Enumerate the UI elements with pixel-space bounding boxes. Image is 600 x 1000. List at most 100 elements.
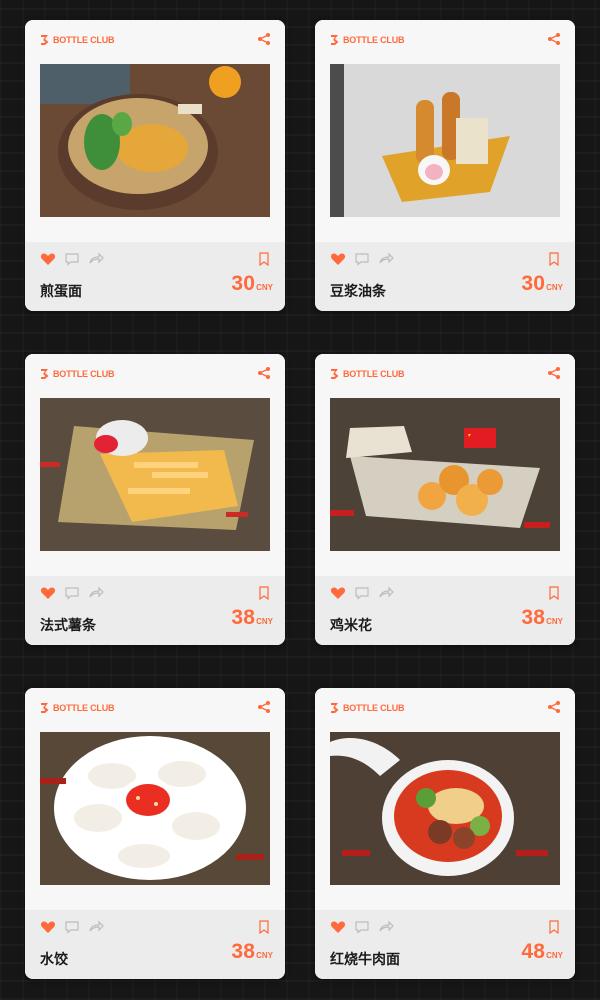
comment-icon[interactable]	[354, 586, 370, 600]
heart-icon[interactable]	[330, 920, 346, 934]
card-header: BOTTLE CLUB	[25, 688, 285, 910]
menu-grid: BOTTLE CLUB 煎蛋面 30 CNY BOTTLE CLUB 豆浆油条 …	[25, 20, 575, 979]
dish-photo	[330, 398, 560, 551]
comment-icon[interactable]	[354, 920, 370, 934]
card-header: BOTTLE CLUB	[315, 688, 575, 910]
forward-icon[interactable]	[88, 586, 104, 600]
card-footer: 豆浆油条 30 CNY	[315, 242, 575, 311]
price: 30 CNY	[521, 272, 563, 296]
comment-icon[interactable]	[64, 586, 80, 600]
price-value: 48	[521, 940, 546, 963]
forward-icon[interactable]	[88, 252, 104, 266]
heart-icon[interactable]	[40, 252, 56, 266]
price: 38 CNY	[231, 940, 273, 964]
price-currency: CNY	[256, 951, 273, 960]
share-icon[interactable]	[547, 32, 561, 46]
action-bar	[330, 586, 394, 600]
share-icon[interactable]	[257, 32, 271, 46]
brand: BOTTLE CLUB	[40, 368, 114, 380]
dish-name: 鸡米花	[330, 618, 372, 634]
card-header: BOTTLE CLUB	[315, 354, 575, 576]
price: 38 CNY	[231, 606, 273, 630]
dish-photo	[40, 732, 270, 885]
card-header: BOTTLE CLUB	[315, 20, 575, 242]
bottle-club-logo-icon	[331, 369, 339, 379]
dish-name: 煎蛋面	[40, 284, 82, 300]
dish-photo	[330, 732, 560, 885]
brand-name: BOTTLE CLUB	[53, 703, 115, 713]
brand-name: BOTTLE CLUB	[53, 369, 115, 379]
price-currency: CNY	[256, 283, 273, 292]
bookmark-icon[interactable]	[258, 252, 270, 266]
brand: BOTTLE CLUB	[40, 702, 114, 714]
price: 48 CNY	[521, 940, 563, 964]
card-footer: 煎蛋面 30 CNY	[25, 242, 285, 311]
dish-photo	[330, 64, 560, 217]
share-icon[interactable]	[257, 700, 271, 714]
share-icon[interactable]	[257, 366, 271, 380]
heart-icon[interactable]	[40, 586, 56, 600]
bookmark-icon[interactable]	[548, 586, 560, 600]
heart-icon[interactable]	[330, 252, 346, 266]
menu-card[interactable]: BOTTLE CLUB	[25, 688, 285, 979]
price-value: 38	[231, 606, 256, 629]
action-bar	[330, 252, 394, 266]
bookmark-icon[interactable]	[258, 920, 270, 934]
brand-name: BOTTLE CLUB	[343, 35, 405, 45]
bookmark-icon[interactable]	[548, 252, 560, 266]
share-icon[interactable]	[547, 366, 561, 380]
dish-name: 豆浆油条	[330, 284, 386, 300]
heart-icon[interactable]	[330, 586, 346, 600]
price: 30 CNY	[231, 272, 273, 296]
price-value: 30	[231, 272, 256, 295]
menu-card[interactable]: BOTTLE CLUB	[315, 354, 575, 645]
price: 38 CNY	[521, 606, 563, 630]
brand-name: BOTTLE CLUB	[343, 703, 405, 713]
menu-card[interactable]: BOTTLE CLUB	[315, 20, 575, 311]
brand-name: BOTTLE CLUB	[53, 35, 115, 45]
price-currency: CNY	[546, 617, 563, 626]
bottle-club-logo-icon	[41, 35, 49, 45]
brand-name: BOTTLE CLUB	[343, 369, 405, 379]
action-bar	[40, 252, 104, 266]
dish-name: 红烧牛肉面	[330, 952, 400, 968]
menu-card[interactable]: BOTTLE CLUB	[315, 688, 575, 979]
card-footer: 鸡米花 38 CNY	[315, 576, 575, 645]
menu-card[interactable]: BOTTLE CLUB	[25, 20, 285, 311]
action-bar	[40, 920, 104, 934]
brand: BOTTLE CLUB	[330, 368, 404, 380]
bottle-club-logo-icon	[331, 35, 339, 45]
forward-icon[interactable]	[378, 920, 394, 934]
bottle-club-logo-icon	[331, 703, 339, 713]
forward-icon[interactable]	[378, 252, 394, 266]
dish-name: 法式薯条	[40, 618, 96, 634]
share-icon[interactable]	[547, 700, 561, 714]
forward-icon[interactable]	[88, 920, 104, 934]
comment-icon[interactable]	[354, 252, 370, 266]
card-footer: 红烧牛肉面 48 CNY	[315, 910, 575, 979]
comment-icon[interactable]	[64, 252, 80, 266]
card-header: BOTTLE CLUB	[25, 20, 285, 242]
price-value: 38	[231, 940, 256, 963]
price-currency: CNY	[256, 617, 273, 626]
dish-name: 水饺	[40, 952, 68, 968]
brand: BOTTLE CLUB	[40, 34, 114, 46]
comment-icon[interactable]	[64, 920, 80, 934]
card-header: BOTTLE CLUB	[25, 354, 285, 576]
price-value: 38	[521, 606, 546, 629]
bookmark-icon[interactable]	[548, 920, 560, 934]
menu-card[interactable]: BOTTLE CLUB	[25, 354, 285, 645]
heart-icon[interactable]	[40, 920, 56, 934]
brand: BOTTLE CLUB	[330, 702, 404, 714]
forward-icon[interactable]	[378, 586, 394, 600]
bottle-club-logo-icon	[41, 703, 49, 713]
brand: BOTTLE CLUB	[330, 34, 404, 46]
action-bar	[40, 586, 104, 600]
price-currency: CNY	[546, 951, 563, 960]
bookmark-icon[interactable]	[258, 586, 270, 600]
action-bar	[330, 920, 394, 934]
dish-photo	[40, 64, 270, 217]
price-value: 30	[521, 272, 546, 295]
card-footer: 法式薯条 38 CNY	[25, 576, 285, 645]
card-footer: 水饺 38 CNY	[25, 910, 285, 979]
